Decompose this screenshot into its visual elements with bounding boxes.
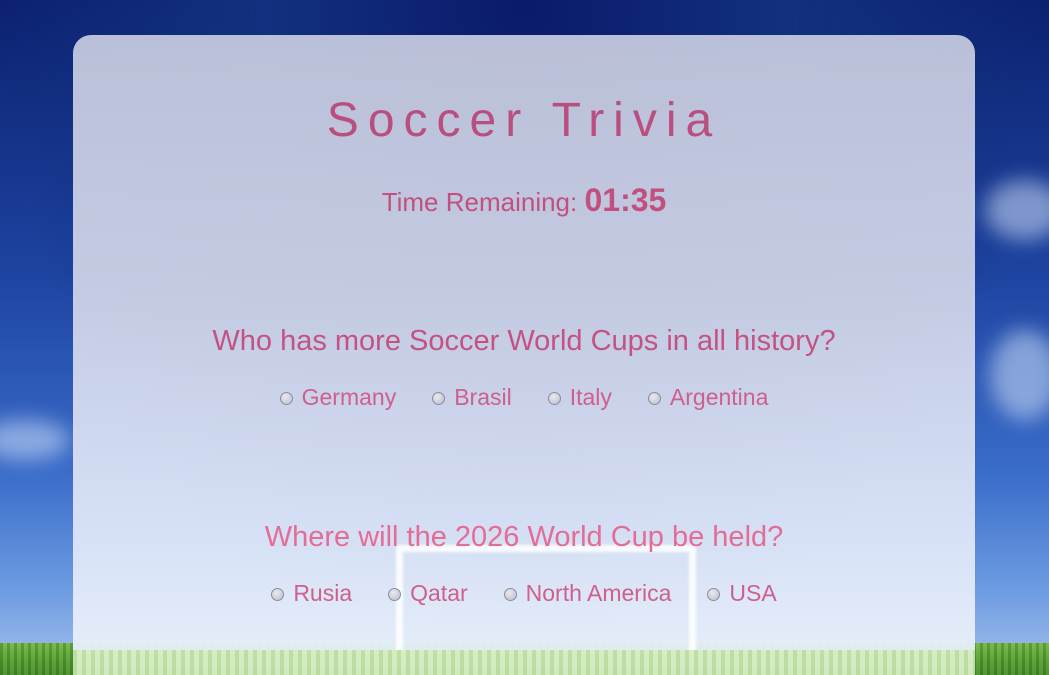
option-label: Brasil bbox=[454, 384, 512, 411]
option-usa[interactable]: USA bbox=[707, 580, 777, 607]
option-north-america[interactable]: North America bbox=[503, 580, 672, 607]
option-label: North America bbox=[525, 580, 672, 607]
option-label: Argentina bbox=[669, 384, 769, 411]
option-germany[interactable]: Germany bbox=[279, 384, 397, 411]
option-label: USA bbox=[729, 580, 777, 607]
radio-button[interactable] bbox=[707, 587, 721, 601]
background-cloud bbox=[0, 420, 70, 460]
option-brasil[interactable]: Brasil bbox=[432, 384, 512, 411]
radio-button[interactable] bbox=[279, 391, 293, 405]
timer: Time Remaining: 01:35 bbox=[73, 182, 975, 219]
question-2-options: Rusia Qatar North America USA bbox=[73, 579, 975, 607]
radio-button[interactable] bbox=[503, 587, 517, 601]
option-label: Germany bbox=[301, 384, 397, 411]
option-label: Rusia bbox=[293, 580, 353, 607]
background-cloud bbox=[990, 330, 1049, 420]
radio-button[interactable] bbox=[547, 391, 561, 405]
question-2-text: Where will the 2026 World Cup be held? bbox=[264, 521, 784, 553]
radio-button[interactable] bbox=[388, 587, 402, 601]
option-argentina[interactable]: Argentina bbox=[647, 384, 769, 411]
page-title: Soccer Trivia bbox=[326, 94, 722, 147]
timer-value: 01:35 bbox=[584, 182, 667, 218]
panel-grass bbox=[73, 650, 975, 675]
question-1-text: Who has more Soccer World Cups in all hi… bbox=[212, 325, 836, 357]
question-1-options: Germany Brasil Italy Argentina bbox=[73, 383, 975, 411]
radio-button[interactable] bbox=[432, 391, 446, 405]
option-label: Qatar bbox=[410, 580, 468, 607]
option-label: Italy bbox=[569, 384, 612, 411]
trivia-panel: Soccer Trivia Time Remaining: 01:35 Who … bbox=[73, 35, 975, 675]
radio-button[interactable] bbox=[271, 587, 285, 601]
option-italy[interactable]: Italy bbox=[547, 384, 612, 411]
timer-label: Time Remaining: bbox=[381, 187, 578, 217]
option-rusia[interactable]: Rusia bbox=[271, 580, 352, 607]
radio-button[interactable] bbox=[647, 391, 661, 405]
option-qatar[interactable]: Qatar bbox=[388, 580, 468, 607]
background-cloud bbox=[985, 180, 1049, 240]
